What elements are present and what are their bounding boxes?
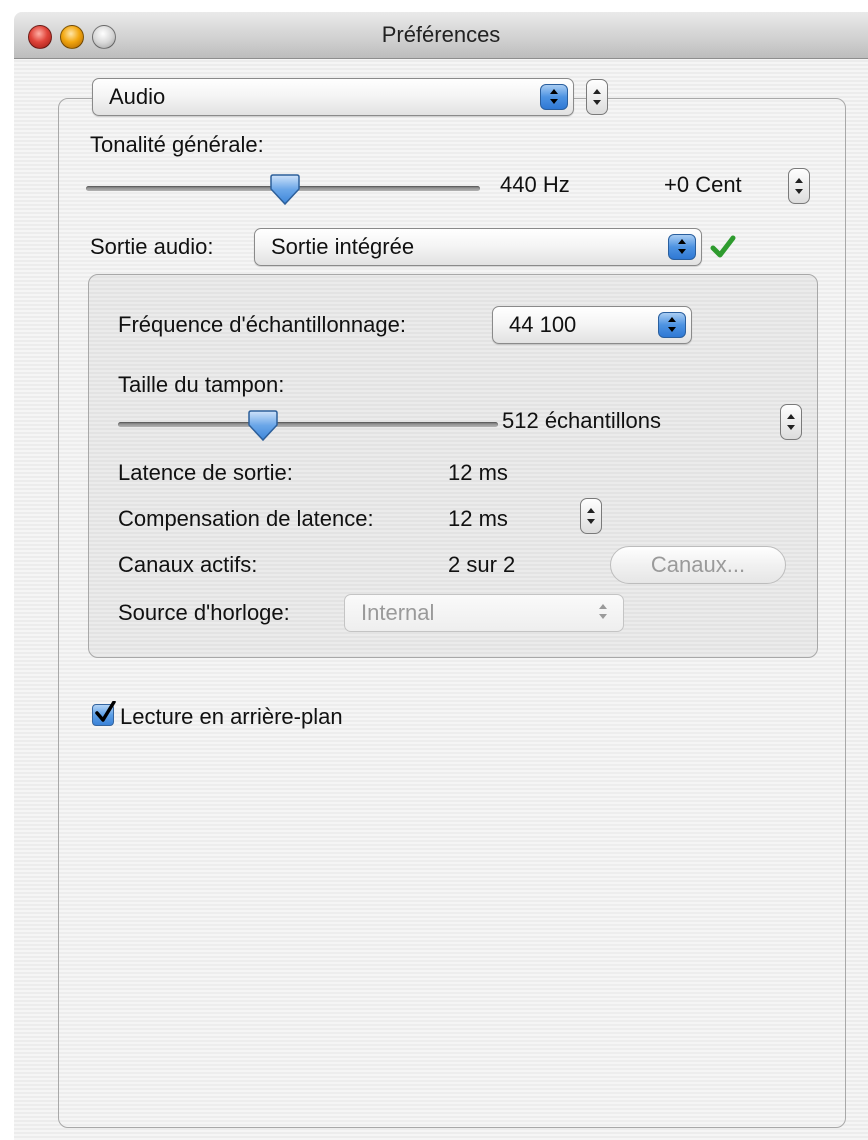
output-latency-label: Latence de sortie:: [118, 460, 293, 485]
audio-output-label: Sortie audio:: [90, 234, 214, 259]
window-title: Préférences: [381, 22, 501, 47]
sample-rate-popup-label: 44 100: [509, 312, 577, 337]
pitch-cent: +0 Cent: [664, 172, 742, 197]
buffer-slider-track[interactable]: [118, 422, 498, 427]
popup-arrows-icon: [668, 234, 696, 260]
sample-rate-popup[interactable]: 44 100: [492, 306, 692, 344]
latency-compensation-label: Compensation de latence:: [118, 506, 374, 531]
output-latency-value: 12 ms: [448, 460, 508, 485]
active-channels-value: 2 sur 2: [448, 552, 516, 577]
pitch-frequency: 440 Hz: [500, 172, 570, 197]
section-popup-label: Audio: [109, 84, 166, 109]
background-playback-label[interactable]: Lecture en arrière-plan: [120, 704, 343, 730]
checkmark-icon: [95, 701, 116, 722]
checkmark-icon: [710, 235, 736, 258]
popup-arrows-icon: [658, 312, 686, 338]
latency-compensation-value: 12 ms: [448, 506, 508, 531]
buffer-stepper[interactable]: [780, 404, 802, 440]
clock-source-label: Source d'horloge:: [118, 600, 290, 625]
popup-arrows-icon: [590, 600, 618, 626]
preferences-window: Préférences Audio Tonalité générale: 440…: [14, 12, 868, 1140]
sample-rate-label: Fréquence d'échantillonnage:: [118, 312, 406, 337]
title-bar: Préférences: [14, 12, 868, 59]
popup-arrows-icon: [540, 84, 568, 110]
pitch-cent-stepper[interactable]: [788, 168, 810, 204]
latency-compensation-stepper[interactable]: [580, 498, 602, 534]
section-popup[interactable]: Audio: [92, 78, 574, 116]
buffer-slider-thumb[interactable]: [246, 410, 280, 442]
audio-output-popup[interactable]: Sortie intégrée: [254, 228, 702, 266]
clock-source-popup[interactable]: Internal: [344, 594, 624, 632]
buffer-size-value: 512 échantillons: [502, 408, 662, 433]
section-stepper[interactable]: [586, 79, 608, 115]
channels-button[interactable]: Canaux...: [610, 546, 786, 584]
buffer-size-label: Taille du tampon:: [118, 372, 285, 397]
background-playback-checkbox[interactable]: [92, 701, 116, 726]
pitch-label: Tonalité générale:: [90, 132, 264, 157]
active-channels-label: Canaux actifs:: [118, 552, 258, 577]
pitch-slider-thumb[interactable]: [268, 174, 302, 206]
audio-output-popup-label: Sortie intégrée: [271, 234, 415, 259]
clock-source-popup-label: Internal: [361, 600, 435, 625]
